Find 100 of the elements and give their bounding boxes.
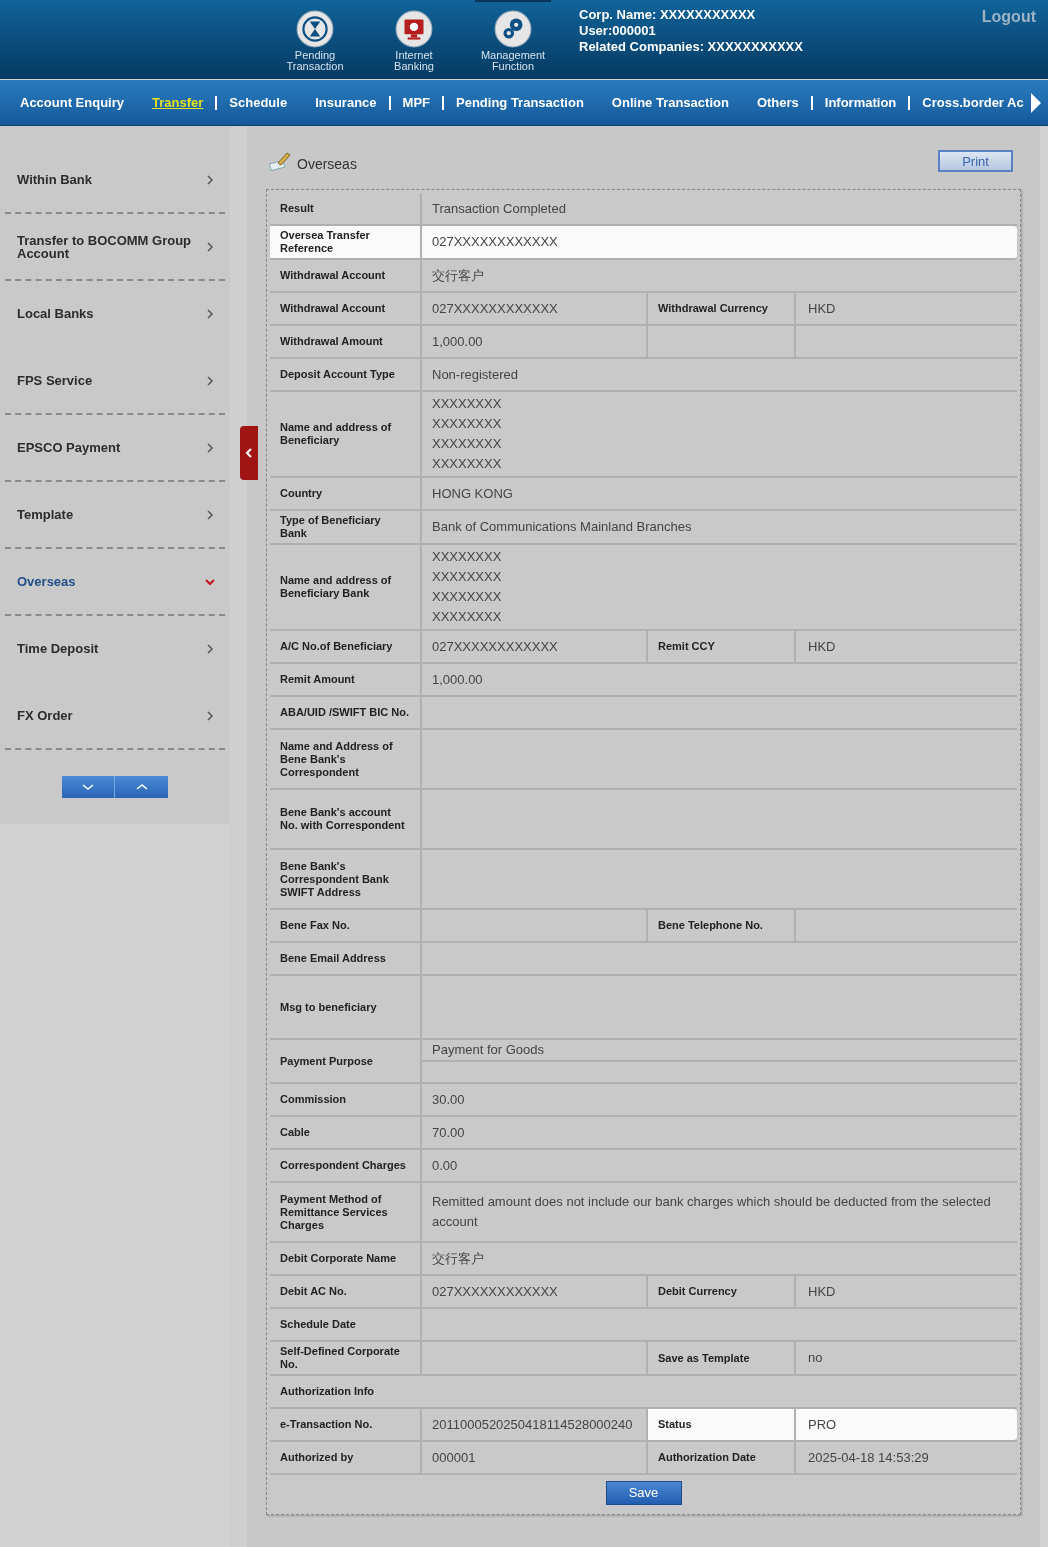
field-label: e-Transaction No. bbox=[280, 1418, 373, 1431]
nav-tab[interactable]: Account Enquiry bbox=[20, 92, 124, 113]
nav-tab[interactable]: Cross.border Ac bbox=[922, 92, 1024, 113]
field-label: Name and Address of Bene Bank's Correspondent bbox=[280, 739, 394, 779]
sidebar-item[interactable]: Transfer to BOCOMM Group Account bbox=[5, 214, 225, 281]
nav-tab[interactable]: Insurance bbox=[315, 92, 377, 113]
chevron-right-icon bbox=[205, 710, 215, 721]
scroll-right-icon[interactable] bbox=[1029, 91, 1042, 114]
nav-tab[interactable]: MPF bbox=[402, 92, 430, 113]
shortcut-button[interactable]: Internet Banking bbox=[376, 0, 452, 79]
page-title: Overseas bbox=[297, 155, 357, 174]
chevron-right-icon bbox=[205, 174, 215, 185]
save-button[interactable]: Save bbox=[605, 1481, 682, 1505]
field-value: 70.00 bbox=[432, 1123, 465, 1142]
field-label: Bene Bank's Correspondent Bank SWIFT Address bbox=[280, 859, 390, 899]
field-value: no bbox=[808, 1349, 823, 1367]
field-label: Remit Amount bbox=[280, 673, 355, 686]
field-value: HKD bbox=[808, 299, 836, 318]
field-value: 000001 bbox=[432, 1448, 476, 1467]
print-button[interactable]: Print bbox=[938, 150, 1013, 172]
hourglass-icon bbox=[296, 10, 334, 48]
user-text: User:000001 bbox=[579, 23, 657, 39]
related-companies-text: Related Companies: XXXXXXXXXXX bbox=[579, 39, 803, 55]
field-label: A/C No.of Beneficiary bbox=[280, 640, 393, 653]
field-value: 0.00 bbox=[432, 1156, 458, 1175]
chevron-right-icon bbox=[205, 643, 215, 654]
section-heading: Authorization Info bbox=[280, 1385, 375, 1398]
sidebar-item[interactable]: Template bbox=[5, 482, 225, 549]
field-label: Bene Fax No. bbox=[280, 919, 350, 932]
sidebar-item[interactable]: FX Order bbox=[5, 683, 225, 750]
corp-name-text: Corp. Name: XXXXXXXXXXX bbox=[579, 7, 757, 23]
field-value: 027XXXXXXXXXXXX bbox=[432, 1282, 558, 1301]
chevron-down-icon bbox=[205, 576, 215, 587]
field-value: 027XXXXXXXXXXXX bbox=[432, 637, 558, 656]
field-label: Authorization Date bbox=[658, 1451, 756, 1464]
field-value: XXXXXXXX bbox=[432, 548, 503, 566]
field-value: 027XXXXXXXXXXXX bbox=[432, 299, 558, 318]
field-label: Bene Telephone No. bbox=[658, 919, 763, 932]
logout-link[interactable]: Logout bbox=[981, 5, 1036, 29]
field-value: Bank of Communications Mainland Branches bbox=[432, 518, 692, 536]
field-value: Transaction Completed bbox=[432, 199, 566, 218]
field-value: 1,000.00 bbox=[432, 670, 483, 689]
field-label: Cable bbox=[280, 1126, 310, 1139]
sidebar-item[interactable]: Time Deposit bbox=[5, 616, 225, 683]
gears-icon bbox=[494, 10, 532, 48]
chevron-right-icon bbox=[205, 442, 215, 453]
field-value: PRO bbox=[808, 1415, 837, 1434]
sidebar-item[interactable]: FPS Service bbox=[5, 348, 225, 415]
field-label: Msg to beneficiary bbox=[280, 1000, 377, 1014]
sidebar-item[interactable]: Overseas bbox=[5, 549, 225, 616]
field-label: Name and address of Beneficiary Bank bbox=[280, 574, 393, 600]
field-label: Debit Corporate Name bbox=[280, 1252, 397, 1265]
field-label: Withdrawal Currency bbox=[658, 302, 768, 315]
field-label: Authorized by bbox=[280, 1451, 354, 1464]
field-value: XXXXXXXX bbox=[432, 395, 503, 413]
field-label: Result bbox=[280, 202, 314, 215]
sidebar-item[interactable]: Local Banks bbox=[5, 281, 225, 348]
nav-tab[interactable]: Schedule bbox=[229, 92, 288, 113]
field-label: Schedule Date bbox=[280, 1318, 356, 1331]
pencil-icon bbox=[269, 151, 291, 171]
field-label: Payment Purpose bbox=[280, 1054, 373, 1068]
chevron-right-icon bbox=[205, 509, 215, 520]
field-value: 交行客户 bbox=[432, 266, 484, 285]
field-label: Self-Defined Corporate No. bbox=[280, 1345, 401, 1371]
field-label: Withdrawal Account bbox=[280, 269, 386, 282]
nav-tab[interactable]: Online Transaction bbox=[611, 92, 729, 113]
sidebar-item[interactable]: EPSCO Payment bbox=[5, 415, 225, 482]
shortcut-button[interactable]: Management Function bbox=[475, 0, 551, 79]
field-value: XXXXXXXX bbox=[432, 568, 503, 586]
field-value: XXXXXXXX bbox=[432, 415, 503, 433]
field-value: XXXXXXXX bbox=[432, 455, 503, 473]
field-value: HONG KONG bbox=[432, 484, 513, 503]
field-label: Country bbox=[280, 487, 323, 500]
field-value: XXXXXXXX bbox=[432, 588, 503, 606]
field-value: HKD bbox=[808, 637, 836, 656]
chevron-right-icon bbox=[205, 241, 215, 252]
field-label: Remit CCY bbox=[658, 640, 715, 653]
field-label: Name and address of Beneficiary bbox=[280, 421, 393, 447]
field-label: Debit AC No. bbox=[280, 1285, 347, 1298]
sidebar-item[interactable]: Within Bank bbox=[5, 147, 225, 214]
chevron-down-icon bbox=[80, 782, 96, 792]
field-label: Bene Email Address bbox=[280, 952, 386, 965]
field-label: Correspondent Charges bbox=[280, 1159, 406, 1172]
chevron-left-icon bbox=[245, 448, 253, 458]
nav-tab[interactable]: Transfer bbox=[152, 92, 204, 113]
field-label: Withdrawal Amount bbox=[280, 335, 383, 348]
collapse-tab[interactable] bbox=[240, 426, 258, 480]
field-label: Debit Currency bbox=[658, 1285, 737, 1298]
chevron-right-icon bbox=[205, 308, 215, 319]
field-label: Save as Template bbox=[658, 1351, 750, 1365]
field-value: 30.00 bbox=[432, 1090, 465, 1109]
field-label: ABA/UID /SWIFT BIC No. bbox=[280, 706, 409, 719]
shortcut-button[interactable]: Pending Transaction bbox=[277, 0, 353, 79]
field-value: 交行客户 bbox=[432, 1249, 484, 1268]
nav-tab[interactable]: Others bbox=[756, 92, 799, 113]
field-value: XXXXXXXX bbox=[432, 608, 503, 626]
field-label: Oversea Transfer Reference bbox=[280, 229, 371, 255]
nav-tab[interactable]: Information bbox=[824, 92, 897, 113]
nav-tab[interactable]: Pending Transaction bbox=[456, 92, 584, 113]
field-label: Commission bbox=[280, 1093, 346, 1106]
